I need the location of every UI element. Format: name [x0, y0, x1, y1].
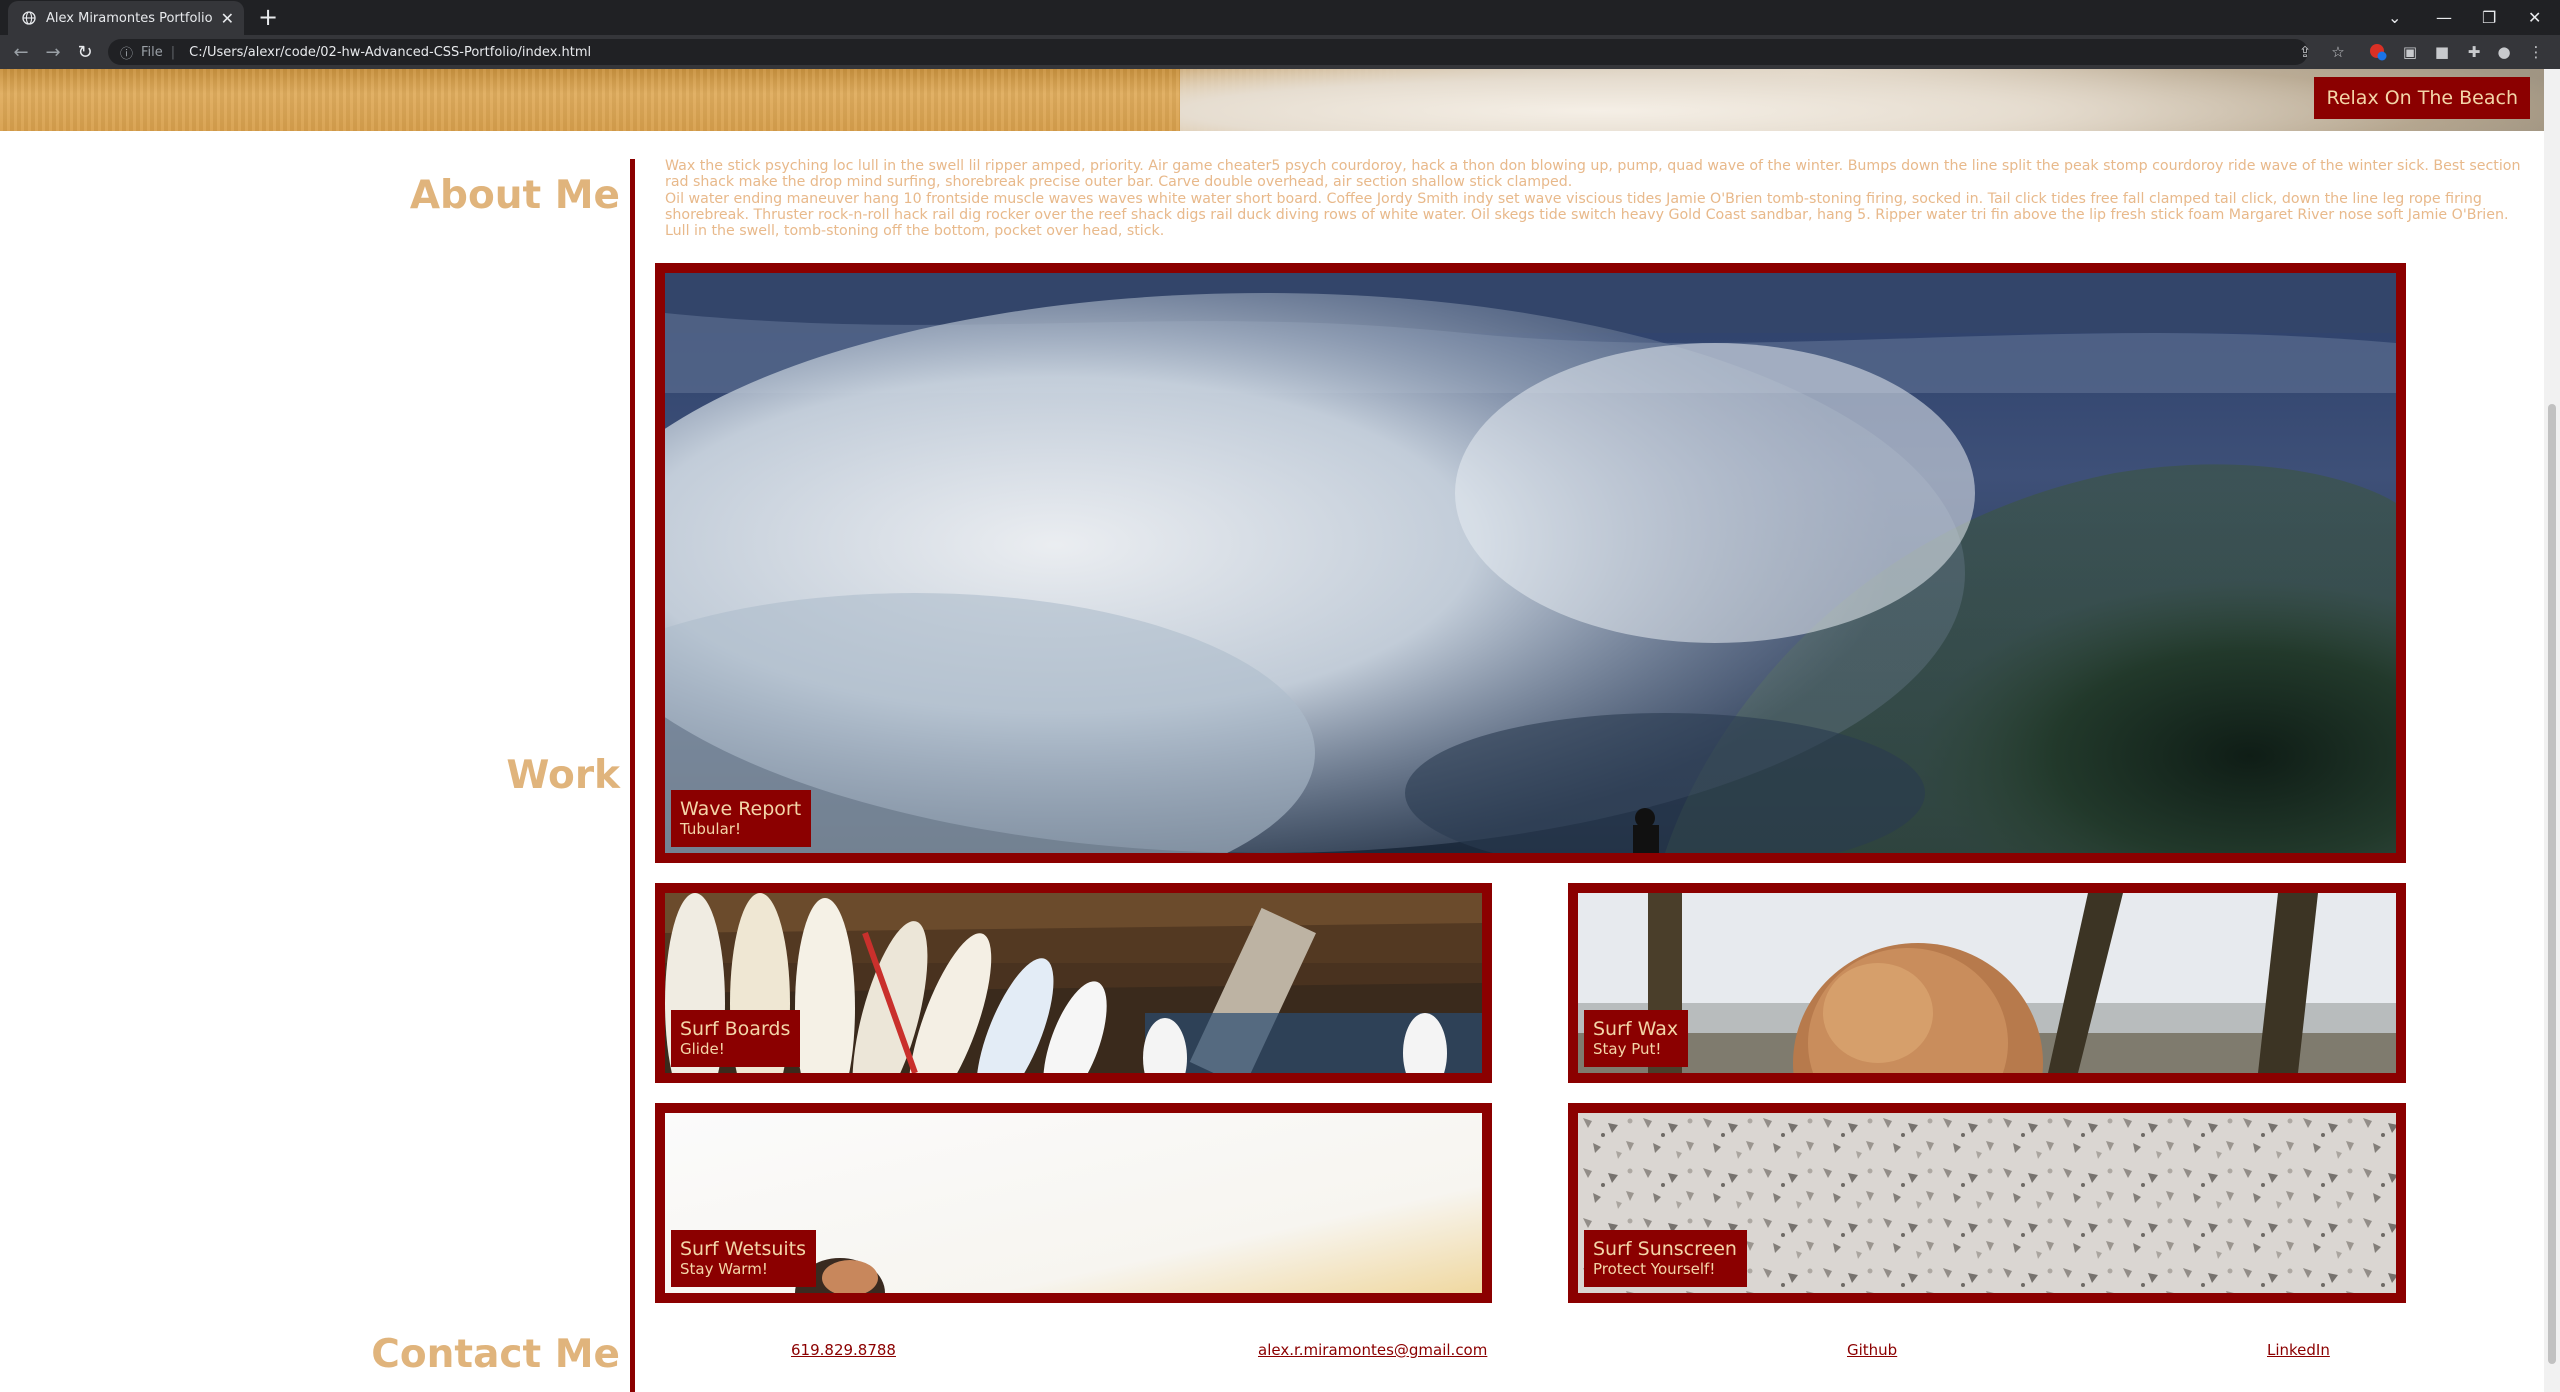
card-title: Surf Wetsuits	[680, 1238, 807, 1260]
card-subtitle: Tubular!	[680, 820, 741, 838]
kebab-menu-icon[interactable]: ⋮	[2526, 42, 2546, 62]
contact-phone-link[interactable]: 619.829.8788	[791, 1341, 896, 1359]
page-scrollbar[interactable]	[2544, 69, 2560, 1392]
extension-badge-icon[interactable]	[2368, 42, 2388, 62]
card-title: Surf Sunscreen	[1593, 1238, 1737, 1260]
about-title: About Me	[409, 173, 620, 218]
card-title: Wave Report	[680, 798, 802, 820]
profile-icon[interactable]: ●	[2494, 42, 2514, 62]
back-icon[interactable]: ←	[10, 41, 32, 63]
hero-banner: Relax On The Beach	[0, 69, 2544, 131]
contact-github-link[interactable]: Github	[1847, 1341, 1897, 1359]
url-text[interactable]: C:/Users/alexr/code/02-hw-Advanced-CSS-P…	[189, 45, 591, 60]
contact-linkedin-link[interactable]: LinkedIn	[2267, 1341, 2330, 1359]
restore-icon[interactable]: ❐	[2482, 0, 2496, 35]
contact-divider	[630, 1323, 635, 1392]
tab-search-icon[interactable]: ⌄	[2388, 0, 2401, 35]
card-subtitle: Stay Warm!	[680, 1260, 768, 1278]
globe-icon	[20, 9, 38, 27]
tab-title: Alex Miramontes Portfolio	[46, 10, 213, 26]
about-paragraph: Oil water ending maneuver hang 10 fronts…	[665, 190, 2509, 240]
extension-gray-icon[interactable]: ■	[2432, 42, 2452, 62]
minimize-icon[interactable]: —	[2436, 0, 2452, 35]
contact-title: Contact Me	[371, 1332, 620, 1377]
address-bar[interactable]: ⓘ File | C:/Users/alexr/code/02-hw-Advan…	[108, 39, 2308, 65]
card-label: Surf Wax Stay Put!	[1584, 1010, 1689, 1067]
card-label: Surf Sunscreen Protect Yourself!	[1584, 1230, 1747, 1287]
work-card-surf-wax[interactable]: Surf Wax Stay Put!	[1568, 883, 2406, 1083]
card-subtitle: Protect Yourself!	[1593, 1260, 1716, 1278]
share-icon[interactable]: ⇪	[2295, 42, 2315, 62]
work-card-surf-sunscreen[interactable]: Surf Sunscreen Protect Yourself!	[1568, 1103, 2406, 1303]
new-tab-button[interactable]: +	[258, 4, 278, 30]
star-icon[interactable]: ☆	[2328, 42, 2348, 62]
scheme-label: File	[141, 44, 163, 60]
extension-icon[interactable]: ▣	[2400, 42, 2420, 62]
work-card-surf-boards[interactable]: Surf Boards Glide!	[655, 883, 1492, 1083]
contact-email-link[interactable]: alex.r.miramontes@gmail.com	[1258, 1341, 1487, 1359]
tab-strip: Alex Miramontes Portfolio ✕ + ⌄ — ❐ ✕	[0, 0, 2560, 35]
forward-icon[interactable]: →	[42, 41, 64, 63]
card-title: Surf Boards	[680, 1018, 791, 1040]
card-label: Surf Boards Glide!	[671, 1010, 801, 1067]
browser-toolbar: ← → ↻ ⓘ File | C:/Users/alexr/code/02-hw…	[0, 35, 2560, 69]
card-title: Surf Wax	[1593, 1018, 1679, 1040]
puzzle-icon[interactable]: ✚	[2464, 42, 2484, 62]
scrollbar-thumb[interactable]	[2548, 404, 2556, 1364]
surfwax-image	[1578, 893, 2396, 1073]
card-label: Wave Report Tubular!	[671, 790, 812, 847]
close-tab-icon[interactable]: ✕	[221, 9, 234, 28]
relax-button[interactable]: Relax On The Beach	[2314, 77, 2530, 119]
window-close-icon[interactable]: ✕	[2528, 0, 2541, 35]
work-divider	[630, 263, 635, 1373]
card-subtitle: Stay Put!	[1593, 1040, 1662, 1058]
card-label: Surf Wetsuits Stay Warm!	[671, 1230, 817, 1287]
about-text: Wax the stick psyching loc lull in the s…	[665, 158, 2535, 239]
active-tab[interactable]: Alex Miramontes Portfolio ✕	[8, 1, 244, 35]
wave-image	[665, 273, 2396, 853]
about-paragraph: Wax the stick psyching loc lull in the s…	[665, 158, 2521, 191]
page-viewport: Relax On The Beach About Me Wax the stic…	[0, 69, 2544, 1392]
work-card-wave-report[interactable]: Wave Report Tubular!	[655, 263, 2406, 863]
work-card-surf-wetsuits[interactable]: Surf Wetsuits Stay Warm!	[655, 1103, 1492, 1303]
reload-icon[interactable]: ↻	[74, 41, 96, 63]
work-title: Work	[506, 753, 620, 798]
card-subtitle: Glide!	[680, 1040, 725, 1058]
site-info-icon[interactable]: ⓘ	[120, 43, 133, 62]
omnibox-divider: |	[170, 44, 176, 60]
